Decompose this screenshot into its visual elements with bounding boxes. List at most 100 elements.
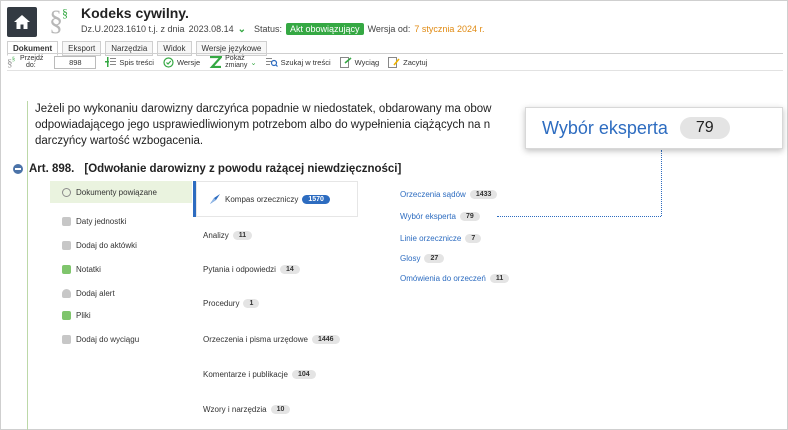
show-changes-button[interactable]: Pokaż zmiany ⌄ <box>209 55 257 69</box>
home-icon <box>14 15 30 29</box>
sidebar-item-label: Daty jednostki <box>76 217 127 226</box>
show-changes-label: Pokaż zmiany <box>225 55 248 69</box>
quote-icon <box>388 56 400 68</box>
count-badge: 11 <box>232 231 253 240</box>
callout-connector <box>497 216 661 217</box>
category-label: Kompas orzeczniczy <box>225 194 299 204</box>
link-label: Orzeczenia sądów <box>400 190 466 199</box>
count-badge: 7 <box>465 234 482 243</box>
article-number: Art. 898. <box>29 163 75 175</box>
sidebar-item-add-alert[interactable]: Dodaj alert <box>62 289 115 298</box>
count-badge: 10 <box>270 405 291 414</box>
add-excerpt-icon <box>62 335 71 344</box>
category-analizy[interactable]: Analizy 11 <box>203 231 253 240</box>
toc-icon <box>105 57 117 67</box>
link-omowienia-do-orzeczen[interactable]: Omówienia do orzeczeń 11 <box>400 274 510 283</box>
excerpt-button[interactable]: Wyciąg <box>339 56 379 68</box>
paragraph-sign-icon: § § <box>7 57 15 68</box>
text-line: darczyńcy wartość wzbogacenia. <box>35 135 204 147</box>
quote-button[interactable]: Zacytuj <box>388 56 428 68</box>
goto-input[interactable]: 898 <box>54 55 97 69</box>
sidebar-item-label: Pliki <box>76 311 91 320</box>
link-label: Wybór eksperta <box>400 212 456 221</box>
toc-label: Spis treści <box>119 57 154 67</box>
document-meta: Dz.U.2023.1610 t.j. z dnia 2023.08.14 ⌄ … <box>81 23 484 35</box>
categories-column: Kompas orzeczniczy 1570 Analizy 11 Pytan… <box>193 181 358 430</box>
count-badge: 11 <box>489 274 510 283</box>
count-badge: 27 <box>424 254 445 263</box>
citation: Dz.U.2023.1610 t.j. z dnia <box>81 24 185 34</box>
link-glosy[interactable]: Glosy 27 <box>400 254 445 263</box>
svg-text:§: § <box>62 6 68 20</box>
document-title: Kodeks cywilny. <box>81 5 189 21</box>
toc-button[interactable]: Spis treści <box>105 57 154 67</box>
count-badge: 1433 <box>469 190 498 199</box>
link-orzeczenia-sadow[interactable]: Orzeczenia sądów 1433 <box>400 190 498 199</box>
sidebar-item-files[interactable]: Pliki <box>62 311 91 320</box>
sidebar-item-related-documents[interactable]: Dokumenty powiązane <box>50 181 192 203</box>
category-label: Pytania i odpowiedzi <box>203 265 276 274</box>
sidebar-item-label: Notatki <box>76 265 101 274</box>
category-label: Wzory i narzędzia <box>203 405 267 414</box>
subcategories-column: Orzeczenia sądów 1433 Wybór eksperta 79 … <box>368 181 768 430</box>
link-linie-orzecznicze[interactable]: Linie orzecznicze 7 <box>400 234 482 243</box>
zoom-callout: Wybór eksperta 79 <box>525 107 783 149</box>
category-kompas-orzeczniczy[interactable]: Kompas orzeczniczy 1570 <box>209 193 330 205</box>
category-pytania-i-odpowiedzi[interactable]: Pytania i odpowiedzi 14 <box>203 265 300 274</box>
sidebar-item-add-to-excerpt[interactable]: Dodaj do wyciągu <box>62 335 139 344</box>
category-wzory-i-narzedzia[interactable]: Wzory i narzędzia 10 <box>203 405 291 414</box>
count-badge: 1446 <box>311 335 340 344</box>
paragraph-sign-icon: § § <box>49 6 68 37</box>
link-wybor-eksperta[interactable]: Wybór eksperta 79 <box>400 212 480 221</box>
chevron-down-icon[interactable]: ⌄ <box>238 24 246 35</box>
svg-text:§: § <box>12 57 15 63</box>
versions-icon <box>163 56 174 68</box>
category-label: Orzeczenia i pisma urzędowe <box>203 335 308 344</box>
link-icon <box>62 187 71 197</box>
document-date: 2023.08.14 <box>188 24 234 34</box>
collapse-icon[interactable] <box>13 164 23 174</box>
document-toolbar: § § Przejdź do: 898 Spis treści Wersje Po… <box>7 53 783 71</box>
sidebar-item-unit-dates[interactable]: Daty jednostki <box>62 217 126 226</box>
sidebar-item-add-to-briefcase[interactable]: Dodaj do aktówki <box>62 241 137 250</box>
note-icon <box>62 265 71 274</box>
sidebar-item-label: Dodaj do wyciągu <box>76 335 140 344</box>
excerpt-icon <box>339 56 352 68</box>
sidebar-item-label: Dodaj alert <box>76 289 115 298</box>
app-window: § § Kodeks cywilny. Dz.U.2023.1610 t.j. … <box>0 0 788 430</box>
changes-icon <box>209 56 223 68</box>
svg-text:§: § <box>49 6 63 37</box>
home-button[interactable] <box>7 7 37 37</box>
link-label: Linie orzecznicze <box>400 234 462 243</box>
status-label: Status: <box>254 24 283 34</box>
versions-label: Wersje <box>176 57 201 67</box>
search-in-text-button[interactable]: Szukaj w treści <box>265 57 331 68</box>
text-line: Jeżeli po wykonaniu darowizny darczyńca … <box>35 103 492 115</box>
goto-group: § § Przejdź do: 898 <box>7 55 97 69</box>
count-badge: 1570 <box>302 194 330 204</box>
calendar-icon <box>62 217 71 226</box>
briefcase-icon <box>62 241 71 250</box>
goto-label: Przejdź do: <box>20 55 44 69</box>
callout-connector <box>661 150 662 216</box>
versions-button[interactable]: Wersje <box>163 56 201 68</box>
version-date-link[interactable]: 7 stycznia 2024 r. <box>414 24 484 34</box>
sidebar-item-label: Dodaj do aktówki <box>76 241 137 250</box>
category-label: Analizy <box>203 231 229 240</box>
callout-count-badge: 79 <box>679 117 730 139</box>
article-header[interactable]: Art. 898. [Odwołanie darowizny z powodu … <box>13 163 401 175</box>
article-title: [Odwołanie darowizny z powodu rażącej ni… <box>84 163 402 175</box>
chevron-down-icon[interactable]: ⌄ <box>250 58 256 67</box>
link-label: Glosy <box>400 254 421 263</box>
count-badge: 14 <box>279 265 300 274</box>
category-komentarze-i-publikacje[interactable]: Komentarze i publikacje 104 <box>203 370 316 379</box>
sidebar-item-notes[interactable]: Notatki <box>62 265 101 274</box>
sidebar-item-label: Dokumenty powiązane <box>76 187 157 197</box>
search-text-icon <box>265 57 278 67</box>
category-label: Procedury <box>203 299 240 308</box>
category-label: Komentarze i publikacje <box>203 370 288 379</box>
quote-label: Zacytuj <box>403 57 428 67</box>
category-orzeczenia-i-pisma[interactable]: Orzeczenia i pisma urzędowe 1446 <box>203 335 340 344</box>
search-in-text-label: Szukaj w treści <box>280 57 331 67</box>
category-procedury[interactable]: Procedury 1 <box>203 299 260 308</box>
